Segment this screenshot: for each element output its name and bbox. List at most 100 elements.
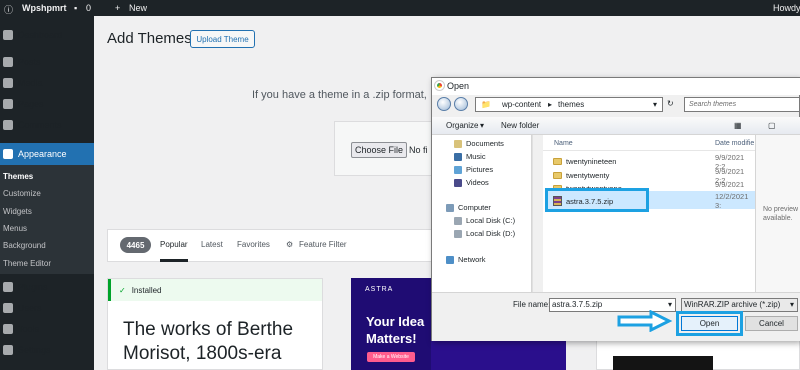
tab-popular[interactable]: Popular	[160, 240, 188, 249]
settings-icon	[3, 345, 13, 355]
chevron-down-icon[interactable]: ▾	[480, 121, 484, 130]
user-icon	[3, 303, 13, 313]
submenu-background[interactable]: Background	[3, 241, 46, 250]
sidebar-label: Plugins	[18, 282, 48, 292]
submenu-widgets[interactable]: Widgets	[3, 207, 32, 216]
sidebar-item-tools[interactable]: Tools	[0, 319, 94, 339]
nav-network[interactable]: Network	[446, 255, 486, 264]
documents-icon	[454, 139, 462, 148]
sidebar-item-appearance[interactable]: Appearance	[0, 143, 94, 165]
sidebar-label: Tools	[18, 324, 40, 334]
comment-count[interactable]: 0	[86, 3, 91, 13]
breadcrumb-themes[interactable]: themes	[558, 100, 584, 109]
sidebar-item-pages[interactable]: Pages	[0, 94, 94, 114]
sidebar-item-plugins[interactable]: Plugins	[0, 277, 94, 297]
submenu-themes[interactable]: Themes	[3, 172, 33, 181]
comment-icon[interactable]: ▪	[74, 3, 77, 13]
forward-button[interactable]	[454, 97, 468, 111]
admin-bar: ⓘ Wpshpmrt ▪ 0 + New Howdy,	[0, 0, 800, 16]
file-type-select[interactable]: WinRAR.ZIP archive (*.zip) ▾	[681, 298, 798, 312]
sidebar-item-users[interactable]: Users	[0, 298, 94, 318]
submenu-menus[interactable]: Menus	[3, 224, 27, 233]
nav-videos[interactable]: Videos	[454, 178, 489, 187]
new-folder-button[interactable]: New folder	[501, 121, 539, 130]
nav-scrollbar[interactable]	[532, 135, 542, 292]
network-icon	[446, 255, 454, 264]
file-name: twentytwenty	[566, 171, 610, 180]
dialog-titlebar[interactable]: Open	[432, 78, 800, 95]
nav-computer[interactable]: Computer	[446, 203, 491, 212]
disk-icon	[454, 216, 462, 225]
preview-pane: No preview available.	[755, 135, 800, 292]
site-name-link[interactable]: Wpshpmrt	[22, 3, 67, 13]
astra-headline: Your Idea Matters!	[366, 314, 425, 346]
theme-card-thumbnail	[613, 356, 713, 370]
organize-button[interactable]: Organize	[446, 121, 478, 130]
search-input[interactable]: Search themes	[684, 97, 800, 112]
highlight-box	[676, 311, 743, 336]
check-icon: ✓	[119, 285, 126, 295]
list-item[interactable]: twentynineteen 9/9/2021 2:2	[553, 153, 753, 171]
breadcrumb-wp-content[interactable]: wp-content	[502, 100, 541, 109]
feature-filter-link[interactable]: Feature Filter	[299, 240, 347, 249]
refresh-icon[interactable]: ↻	[667, 99, 674, 108]
pages-icon	[3, 99, 13, 109]
view-options-icon[interactable]: ▦	[734, 121, 742, 130]
plugin-icon	[3, 282, 13, 292]
sidebar-item-posts[interactable]: Posts	[0, 52, 94, 72]
tab-favorites[interactable]: Favorites	[237, 240, 270, 249]
pictures-icon	[454, 165, 462, 174]
submenu-theme-editor[interactable]: Theme Editor	[3, 259, 51, 268]
gear-icon[interactable]: ⚙	[286, 240, 293, 249]
file-name-value: astra.3.7.5.zip	[552, 300, 603, 309]
new-link[interactable]: New	[129, 3, 147, 13]
sidebar-item-settings[interactable]: Settings	[0, 340, 94, 360]
nav-label: Computer	[458, 203, 491, 212]
sidebar-label: Comments	[18, 120, 62, 130]
submenu-customize[interactable]: Customize	[3, 189, 41, 198]
sidebar-item-dashboard[interactable]: Dashboard	[0, 25, 94, 45]
chevron-down-icon[interactable]: ▾	[668, 300, 672, 309]
nav-label: Network	[458, 255, 486, 264]
howdy-user[interactable]: Howdy,	[773, 3, 800, 13]
make-website-button: Make a Website	[367, 352, 415, 362]
cancel-button[interactable]: Cancel	[745, 316, 798, 331]
nav-pictures[interactable]: Pictures	[454, 165, 493, 174]
choose-file-button[interactable]: Choose File	[351, 142, 407, 158]
back-button[interactable]	[437, 97, 451, 111]
dialog-title: Open	[447, 81, 470, 91]
wordpress-logo-icon[interactable]: ⓘ	[4, 3, 13, 16]
chevron-down-icon[interactable]: ▾	[653, 100, 657, 109]
plus-icon[interactable]: +	[115, 3, 120, 13]
nav-label: Documents	[466, 139, 504, 148]
file-name: twentynineteen	[566, 157, 617, 166]
nav-local-disk-c[interactable]: Local Disk (C:)	[454, 216, 515, 225]
chrome-icon	[434, 80, 445, 91]
astra-logo: ASTRA	[365, 286, 394, 293]
nav-music[interactable]: Music	[454, 152, 486, 161]
sidebar-item-comments[interactable]: Comments	[0, 115, 94, 135]
file-name-label: File name:	[513, 300, 551, 309]
folder-icon	[553, 158, 562, 165]
upload-theme-button[interactable]: Upload Theme	[190, 30, 255, 48]
nav-local-disk-d[interactable]: Local Disk (D:)	[454, 229, 515, 238]
preview-pane-icon[interactable]: ▢	[768, 121, 776, 130]
media-icon	[3, 78, 13, 88]
page-title: Add Themes	[107, 30, 192, 47]
address-bar[interactable]: 📁 wp-content ▸ themes ▾	[475, 97, 663, 112]
file-date: 12/2/2021 3:	[715, 192, 749, 210]
column-headers: Name Date modifie	[543, 137, 755, 151]
sidebar-label: Settings	[18, 345, 51, 355]
chevron-down-icon[interactable]: ▾	[790, 300, 794, 309]
videos-icon	[454, 178, 462, 187]
column-name[interactable]: Name	[554, 140, 573, 147]
sidebar-item-media[interactable]: Media	[0, 73, 94, 93]
tab-latest[interactable]: Latest	[201, 240, 223, 249]
column-date[interactable]: Date modifie	[715, 140, 754, 147]
nav-documents[interactable]: Documents	[454, 139, 504, 148]
computer-icon	[446, 203, 454, 212]
sidebar-label: Users	[18, 303, 42, 313]
upload-hint: If you have a theme in a .zip format,	[252, 89, 427, 101]
folder-icon: 📁	[481, 100, 491, 109]
file-type-value: WinRAR.ZIP archive (*.zip)	[684, 300, 781, 309]
